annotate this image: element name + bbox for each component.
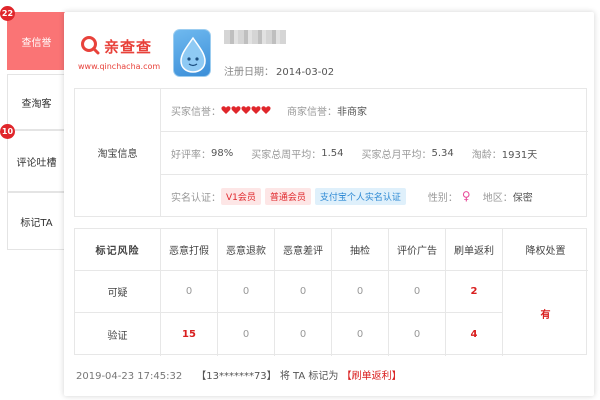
risk-table: 标记风险 恶意打假 恶意退款 恶意差评 抽检 评价广告 刷单返利 降权处置 可疑 0 0 0 0 0 2 验证… (74, 228, 588, 356)
alipay-verified-badge: 支付宝个人实名认证 (314, 187, 406, 205)
risk-cell: 0 (389, 313, 446, 356)
tab-check-credit[interactable]: 查信誉 (7, 12, 65, 70)
shop-name-blurred (224, 30, 286, 44)
region: 保密 (512, 192, 533, 204)
member-badge: 普通会员 (264, 187, 311, 205)
risk-column-header: 评价广告 (389, 229, 446, 271)
info-section-label: 淘宝信息 (75, 89, 161, 216)
penalty-verdict: 有 (540, 310, 551, 321)
credit-panel: 亲查查 www.qinchacha.com 注册日期： 2014-03-02 淘宝… (64, 12, 594, 396)
record-time: 2019-04-23 17:45:32 (76, 371, 183, 382)
risk-cell: 0 (161, 271, 218, 313)
avatar (173, 29, 211, 77)
risk-cell: 0 (389, 271, 446, 313)
monthly-average: 5.34 (431, 147, 454, 159)
water-drop-avatar-icon (180, 36, 206, 73)
sidebar: 查信誉 查淘客 评论吐槽 标记TA 22 10 (0, 0, 66, 255)
vip-badge: V1会员 (221, 187, 261, 205)
verification-row: 实名认证： V1会员 普通会员 支付宝个人实名认证 性别： ♀ 地区： 保密 (171, 187, 533, 205)
risk-cell: 0 (218, 271, 275, 313)
risk-column-header: 抽检 (332, 229, 389, 271)
stats-row: 好评率： 98% 买家总周平均： 1.54 买家总月平均： 5.34 淘龄： 1… (161, 132, 588, 175)
notification-badge: 10 (0, 124, 15, 139)
heart-icon (221, 106, 231, 114)
risk-cell: 0 (332, 271, 389, 313)
notification-badge: 22 (0, 6, 15, 21)
risk-column-header: 刷单返利 (446, 229, 503, 271)
tab-label: 查淘客 (21, 98, 52, 110)
tab-mark-ta[interactable]: 标记TA (7, 192, 65, 250)
heart-icon (241, 106, 251, 114)
register-date: 注册日期： 2014-03-02 (224, 67, 335, 78)
brand-logo[interactable]: 亲查查 www.qinchacha.com (76, 32, 166, 76)
heart-icon (231, 106, 241, 114)
risk-column-header: 恶意打假 (161, 229, 218, 271)
record-text: 将 TA 标记为 (279, 371, 339, 382)
record-tag: 【刷单返利】 (341, 371, 402, 382)
risk-cell: 0 (275, 271, 332, 313)
risk-cell: 15 (161, 313, 218, 356)
logo-text: 亲查查 (104, 38, 153, 56)
buyer-credit-hearts (221, 105, 271, 115)
tab-label: 查信誉 (21, 37, 52, 49)
risk-column-header: 恶意退款 (218, 229, 275, 271)
risk-cell: 0 (332, 313, 389, 356)
good-rate: 98% (211, 147, 234, 159)
credit-row: 买家信誉： 商家信誉： 非商家 (161, 89, 588, 132)
heart-icon (251, 106, 261, 114)
taobao-info: 淘宝信息 买家信誉： 商家信誉： 非商家 好评率： 98% 买家总周平均： 1.… (74, 88, 588, 217)
magnifier-logo-icon (81, 36, 100, 55)
heart-icon (261, 106, 271, 114)
logo-url: www.qinchacha.com (78, 62, 161, 71)
risk-cell: 0 (218, 313, 275, 356)
account-age: 1931天 (501, 149, 538, 161)
female-icon: ♀ (461, 189, 471, 203)
tab-comments[interactable]: 评论吐槽 (7, 130, 65, 192)
weekly-average: 1.54 (321, 147, 344, 159)
tab-label: 标记TA (20, 217, 53, 229)
record-account: 【13*******73】 (196, 371, 277, 382)
risk-row-label: 可疑 (75, 271, 161, 313)
risk-cell: 2 (446, 271, 503, 313)
risk-cell: 4 (446, 313, 503, 356)
risk-title: 标记风险 (75, 229, 161, 271)
tab-label: 评论吐槽 (16, 157, 57, 169)
risk-cell: 0 (275, 313, 332, 356)
risk-column-header: 降权处置 (503, 229, 588, 271)
mark-record: 2019-04-23 17:45:32 【13*******73】 将 TA 标记… (76, 367, 402, 382)
tab-check-taoke[interactable]: 查淘客 (7, 74, 65, 130)
risk-column-header: 恶意差评 (275, 229, 332, 271)
risk-row-label: 验证 (75, 313, 161, 356)
